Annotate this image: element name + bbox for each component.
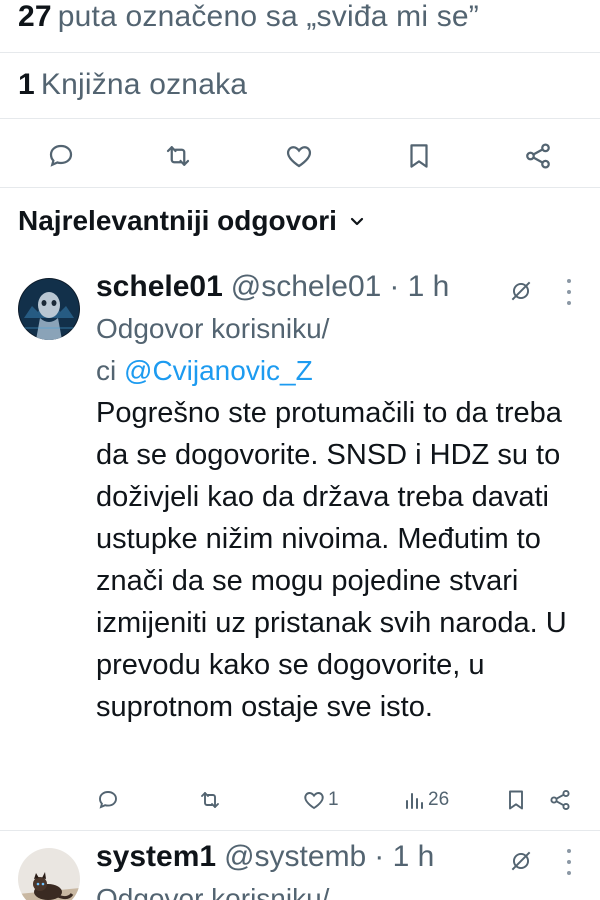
grok-icon[interactable] bbox=[508, 848, 534, 874]
replies-sort-dropdown[interactable]: Najrelevantniji odgovori bbox=[18, 205, 365, 237]
divider bbox=[0, 52, 600, 53]
tweet-text: Pogrešno ste protumačili to da treba da … bbox=[96, 397, 567, 723]
reply-prefix: Odgovor korisniku/ bbox=[96, 313, 330, 344]
likes-count: 27 bbox=[18, 0, 52, 33]
view-count: 26 bbox=[428, 789, 450, 810]
avatar[interactable] bbox=[18, 848, 80, 900]
reply-context: Odgovor korisniku/ bbox=[96, 878, 576, 900]
timestamp[interactable]: · 1 h bbox=[374, 840, 434, 874]
likes-stat[interactable]: 27 puta označeno sa „sviđa mi se” bbox=[18, 0, 479, 34]
bookmark-icon[interactable] bbox=[504, 788, 528, 812]
reply-context: Odgovor korisniku/ ci @Cvijanovic_Z bbox=[96, 308, 576, 392]
sort-label: Najrelevantniji odgovori bbox=[18, 205, 337, 236]
analytics-icon bbox=[406, 793, 423, 809]
bookmarks-stat[interactable]: 1 Knjižna oznaka bbox=[18, 68, 247, 102]
post-action-bar bbox=[0, 130, 600, 178]
bookmarks-label: Knjižna oznaka bbox=[40, 68, 248, 101]
divider bbox=[0, 118, 600, 119]
divider bbox=[0, 830, 600, 831]
retweet-icon[interactable] bbox=[198, 788, 222, 812]
user-handle[interactable]: @schele01 bbox=[231, 270, 382, 304]
divider bbox=[0, 187, 600, 188]
reply-action-bar: 1 26 bbox=[96, 788, 586, 822]
reply-header: system1 @systemb · 1 h bbox=[96, 840, 434, 874]
like-count: 1 bbox=[328, 789, 339, 810]
comment-icon[interactable] bbox=[96, 788, 120, 812]
heart-icon bbox=[304, 792, 324, 810]
comment-icon[interactable] bbox=[41, 136, 81, 176]
chevron-down-icon bbox=[350, 217, 364, 226]
share-icon[interactable] bbox=[518, 136, 558, 176]
like-button[interactable]: 1 bbox=[302, 788, 339, 812]
more-options-icon[interactable] bbox=[565, 279, 573, 305]
reply-prefix-cont: ci bbox=[96, 355, 117, 386]
reply-prefix: Odgovor korisniku/ bbox=[96, 883, 330, 900]
bookmark-icon[interactable] bbox=[399, 136, 439, 176]
user-handle[interactable]: @systemb bbox=[224, 840, 366, 874]
display-name[interactable]: schele01 bbox=[96, 270, 223, 304]
more-options-icon[interactable] bbox=[565, 849, 573, 875]
likes-label: puta označeno sa „sviđa mi se” bbox=[57, 0, 479, 33]
retweet-icon[interactable] bbox=[158, 136, 198, 176]
timestamp[interactable]: · 1 h bbox=[389, 270, 449, 304]
grok-icon[interactable] bbox=[508, 278, 534, 304]
avatar[interactable] bbox=[18, 278, 80, 340]
reply-header: schele01 @schele01 · 1 h bbox=[96, 270, 449, 304]
heart-icon[interactable] bbox=[279, 136, 319, 176]
share-icon[interactable] bbox=[548, 788, 572, 812]
views-button[interactable]: 26 bbox=[402, 788, 449, 812]
reply-tweet[interactable]: system1 @systemb · 1 h Odgovor korisniku… bbox=[0, 840, 600, 900]
display-name[interactable]: system1 bbox=[96, 840, 216, 874]
reply-tweet[interactable]: schele01 @schele01 · 1 h Odgovor korisni… bbox=[0, 270, 600, 830]
bookmarks-count: 1 bbox=[18, 68, 35, 101]
mention-link[interactable]: @Cvijanovic_Z bbox=[124, 355, 313, 386]
